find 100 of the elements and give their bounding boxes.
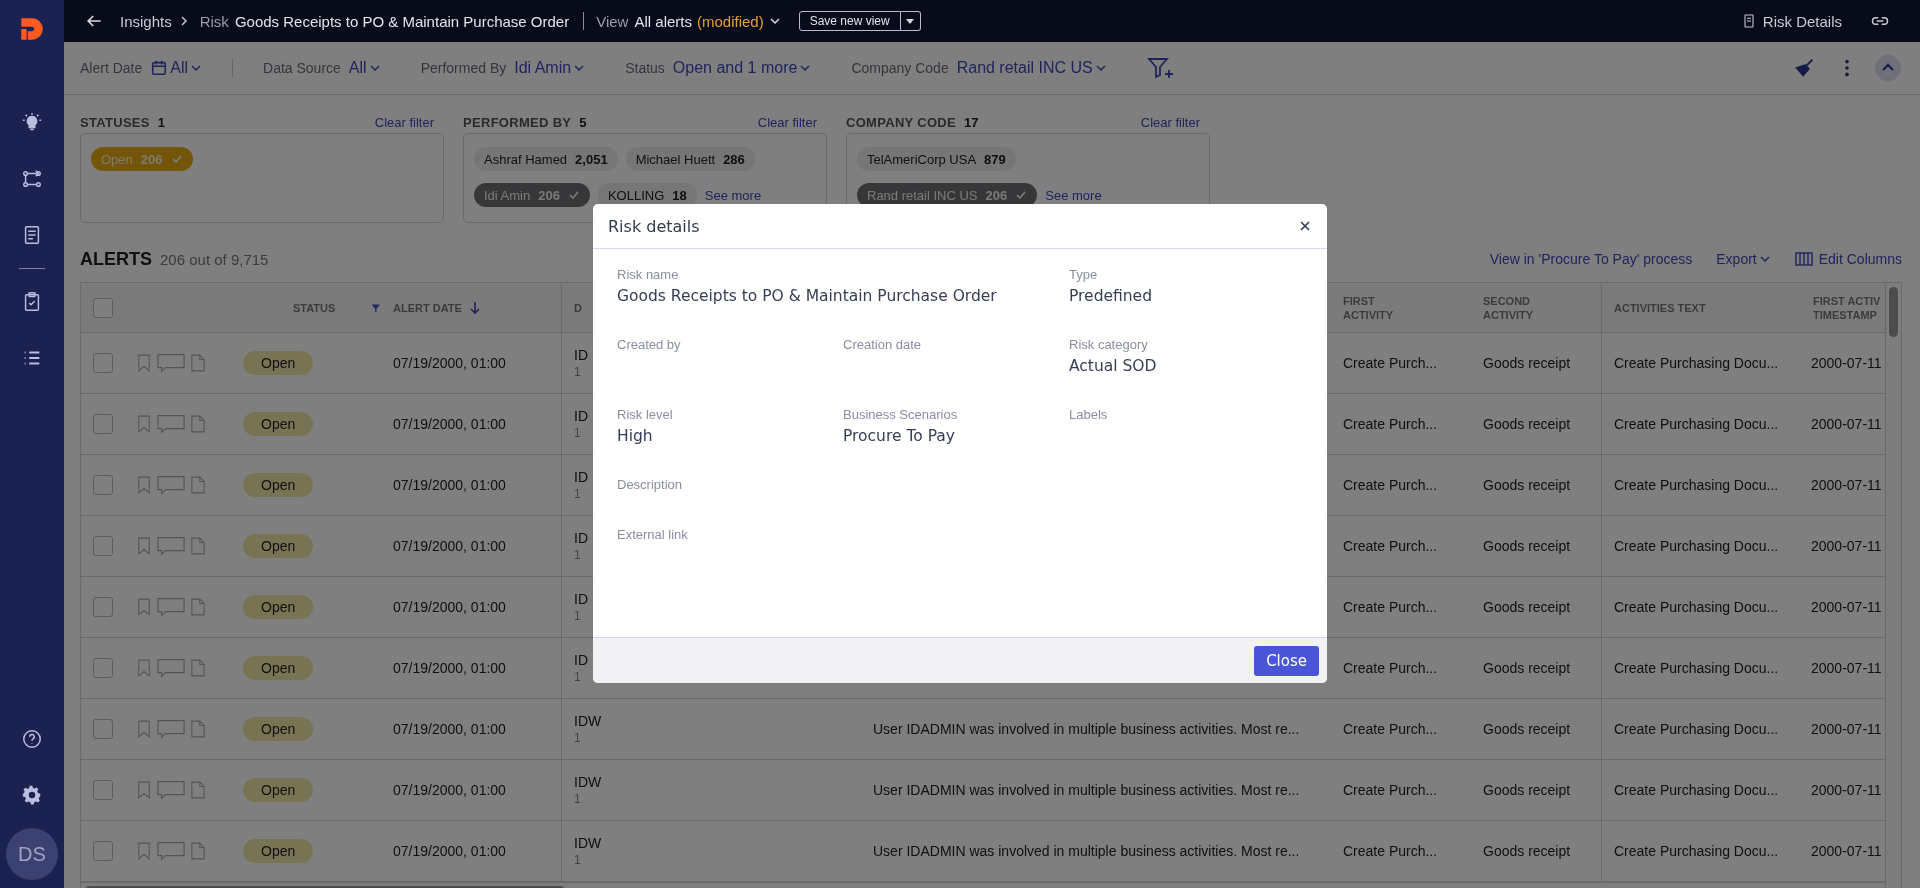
add-filter-icon[interactable]: [1146, 56, 1175, 80]
comment-icon[interactable]: [157, 475, 185, 495]
filter-dropdown[interactable]: Rand retail INC US: [956, 59, 1107, 77]
filter-chip[interactable]: TelAmeriCorp USA 879: [857, 147, 1016, 171]
table-cell: Goods receipt: [1483, 477, 1571, 493]
clear-filter-link[interactable]: Clear filter: [757, 114, 817, 130]
filter-dropdown[interactable]: Open and 1 more: [672, 59, 812, 77]
see-more-link[interactable]: See more: [704, 187, 762, 203]
close-button[interactable]: Close: [1254, 645, 1319, 676]
table-cell: Create Purchasing Docu...: [1614, 416, 1779, 432]
comment-icon[interactable]: [157, 597, 185, 617]
bookmark-icon[interactable]: [137, 841, 151, 861]
column-header[interactable]: STATUS: [293, 300, 336, 315]
filter-card-count: 17: [964, 114, 979, 130]
scrollbar-thumb[interactable]: [1889, 287, 1898, 337]
column-header[interactable]: SECOND ACTIVITY: [1483, 293, 1555, 322]
table-cell: 07/19/2000, 01:00: [393, 843, 506, 859]
close-icon[interactable]: [1299, 220, 1311, 232]
bookmark-icon[interactable]: [137, 353, 151, 373]
collapse-icon[interactable]: [1874, 54, 1902, 82]
status-pill: Open: [243, 778, 314, 802]
edit-columns-link[interactable]: Edit Columns: [1818, 251, 1902, 267]
row-checkbox[interactable]: [93, 536, 113, 556]
status-pill: Open: [243, 473, 314, 497]
table-cell-subtext: 1: [574, 487, 581, 501]
filter-dropdown[interactable]: Idi Amin: [514, 59, 586, 77]
columns-icon[interactable]: [1794, 251, 1813, 267]
save-view-button[interactable]: Save new view: [798, 11, 901, 31]
table-cell: 07/19/2000, 01:00: [393, 538, 506, 554]
table-cell: Create Purchasing Docu...: [1614, 477, 1779, 493]
table-cell: Create Purch...: [1343, 843, 1438, 859]
filter-chip[interactable]: Rand retail INC US 206: [857, 183, 1038, 207]
comment-icon[interactable]: [157, 841, 185, 861]
row-checkbox[interactable]: [93, 719, 113, 739]
caret-icon[interactable]: [768, 15, 781, 27]
view-name[interactable]: All alerts: [634, 12, 692, 30]
comment-icon[interactable]: [157, 780, 185, 800]
row-checkbox[interactable]: [93, 414, 113, 434]
column-header[interactable]: D: [574, 300, 582, 315]
bookmark-icon[interactable]: [137, 475, 151, 495]
see-more-link[interactable]: See more: [1045, 187, 1102, 203]
breadcrumb-item[interactable]: Insights: [120, 12, 172, 30]
bookmark-icon[interactable]: [137, 658, 151, 678]
table-cell: 07/19/2000, 01:00: [393, 660, 506, 676]
filter-chip[interactable]: Michael Huett 286: [625, 147, 755, 171]
table-cell: 2000-07-11: [1811, 843, 1882, 859]
export-dropdown[interactable]: Export: [1716, 251, 1771, 267]
row-checkbox[interactable]: [93, 780, 113, 800]
column-header[interactable]: FIRST ACTIV TIMESTAMP: [1813, 293, 1885, 322]
comment-icon[interactable]: [157, 658, 185, 678]
breadcrumb-item: Risk: [199, 12, 229, 30]
field-label: External link: [617, 527, 688, 542]
filter-chip[interactable]: KOLLING 18: [597, 183, 697, 207]
filter-label: Performed By: [420, 60, 507, 76]
column-header[interactable]: ACTIVITIES TEXT: [1614, 300, 1706, 315]
status-pill: Open: [243, 351, 314, 375]
table-cell: ID: [574, 652, 588, 668]
row-checkbox[interactable]: [93, 841, 113, 861]
user-avatar[interactable]: DS: [6, 828, 58, 880]
bookmark-icon[interactable]: [137, 414, 151, 434]
help-icon[interactable]: [21, 728, 43, 750]
table-cell: Create Purchasing Docu...: [1614, 782, 1779, 798]
clear-filter-link[interactable]: Clear filter: [1140, 114, 1200, 130]
filter-chip[interactable]: Ashraf Hamed 2,051: [474, 147, 618, 171]
calendar-icon[interactable]: [150, 59, 169, 77]
row-checkbox[interactable]: [93, 353, 113, 373]
table-cell: 2000-07-11: [1811, 782, 1882, 798]
comment-icon[interactable]: [157, 414, 185, 434]
row-checkbox[interactable]: [93, 475, 113, 495]
clear-filter-link[interactable]: Clear filter: [374, 114, 434, 130]
row-checkbox[interactable]: [93, 597, 113, 617]
table-cell-subtext: 1: [574, 731, 581, 745]
row-checkbox[interactable]: [93, 658, 113, 678]
comment-icon[interactable]: [157, 353, 185, 373]
comment-icon[interactable]: [157, 719, 185, 739]
sort-down-icon[interactable]: [467, 300, 482, 315]
table-cell: 2000-07-11: [1811, 538, 1882, 554]
field-label: Risk category: [1069, 337, 1148, 352]
table-cell: ID: [574, 469, 588, 485]
risk-details-link[interactable]: Risk Details: [1762, 12, 1842, 30]
column-header[interactable]: FIRST ACTIVITY: [1343, 293, 1415, 322]
filter-dropdown[interactable]: All: [170, 59, 203, 77]
chevron-down-icon: [799, 62, 812, 74]
comment-icon[interactable]: [157, 536, 185, 556]
column-header[interactable]: ALERT DATE: [393, 300, 462, 315]
process-link[interactable]: View in 'Procure To Pay' process: [1489, 251, 1693, 267]
table-cell: Create Purch...: [1343, 660, 1438, 676]
save-view-dropdown[interactable]: [900, 11, 921, 31]
bookmark-icon[interactable]: [137, 597, 151, 617]
filter-dropdown[interactable]: All: [348, 59, 381, 77]
bookmark-icon[interactable]: [137, 719, 151, 739]
flow-icon[interactable]: [21, 168, 43, 190]
select-all-checkbox[interactable]: [93, 297, 113, 318]
bookmark-icon[interactable]: [137, 536, 151, 556]
settings-icon[interactable]: [21, 784, 43, 806]
field-value: Actual SOD: [1069, 357, 1157, 375]
table-cell: 2000-07-11: [1811, 721, 1882, 737]
bookmark-icon[interactable]: [137, 780, 151, 800]
filter-label: Data Source: [263, 60, 341, 76]
broom-icon[interactable]: [1794, 57, 1816, 79]
